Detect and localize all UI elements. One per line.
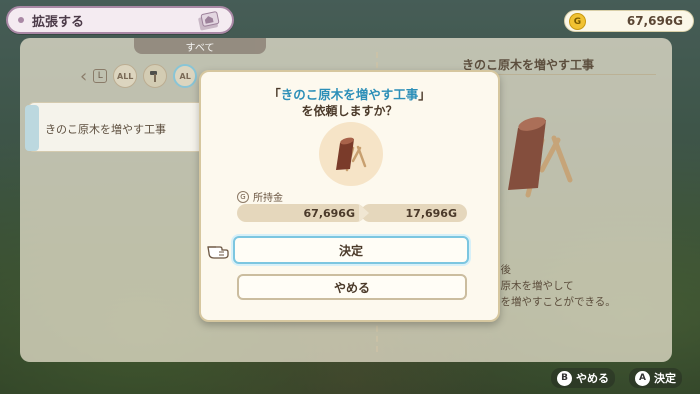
mushroom-log-icon: [336, 137, 367, 172]
funds-label-text: 所持金: [253, 193, 283, 204]
hint-confirm-label: 決定: [654, 372, 676, 385]
selected-tag: [25, 105, 39, 151]
gold-coin-icon: G: [569, 13, 586, 30]
b-button-icon: B: [557, 370, 572, 386]
category-all-selected[interactable]: AL: [173, 64, 198, 88]
tab-all[interactable]: すべて: [134, 38, 266, 54]
chevron-left-icon[interactable]: ‹: [80, 66, 87, 87]
menu-title: 拡張する: [32, 14, 85, 30]
balance-after: 17,696G: [361, 204, 467, 222]
hint-cancel-label: やめる: [576, 372, 609, 385]
gold-icon: G: [237, 190, 249, 203]
menu-title-pill: 拡張する: [6, 6, 234, 34]
hint-confirm[interactable]: A 決定: [629, 368, 682, 388]
button-hints: B やめる A 決定: [551, 368, 682, 388]
description-line: る原木を増やして: [490, 280, 574, 292]
confirm-button[interactable]: 決定: [233, 236, 469, 264]
cancel-button[interactable]: やめる: [237, 274, 467, 300]
confirm-dialog: 「きのこ原木を増やす工事」 を依頼しますか？ G 所持金 67,696G 17,…: [199, 70, 500, 322]
description-line: 日後: [490, 264, 511, 276]
list-item-label: きのこ原木を増やす工事: [45, 123, 166, 136]
quote-close: 」: [418, 87, 431, 102]
pointer-hand-icon: [207, 246, 229, 259]
funds-label: G 所持金: [237, 189, 283, 204]
category-selector: ‹ L ALL AL: [80, 62, 198, 90]
hint-cancel[interactable]: B やめる: [551, 368, 615, 388]
mushroom-log-preview-icon: [508, 117, 573, 198]
description-line: こを増やすことができる。: [490, 296, 616, 308]
balance-before: 67,696G: [237, 204, 365, 222]
project-name: きのこ原木を増やす工事: [280, 87, 419, 102]
category-all[interactable]: ALL: [113, 64, 138, 88]
money-display: G 67,696G: [564, 10, 694, 32]
money-amount: 67,696G: [626, 14, 683, 28]
l-button-icon: L: [93, 69, 108, 83]
detail-description: 日後 る原木を増やして こを増やすことができる。: [490, 262, 616, 310]
project-icon-circle: [319, 122, 383, 186]
quote-open: 「: [268, 87, 281, 102]
arrow-right-icon: [359, 204, 369, 222]
dialog-question-line2: を依頼しますか？: [301, 104, 398, 118]
blueprint-icon: [198, 11, 220, 31]
title-dot-icon: [18, 17, 24, 23]
a-button-icon: A: [635, 370, 650, 386]
dialog-question: 「きのこ原木を増やす工事」: [201, 84, 498, 103]
hammer-category-icon[interactable]: [143, 64, 168, 88]
